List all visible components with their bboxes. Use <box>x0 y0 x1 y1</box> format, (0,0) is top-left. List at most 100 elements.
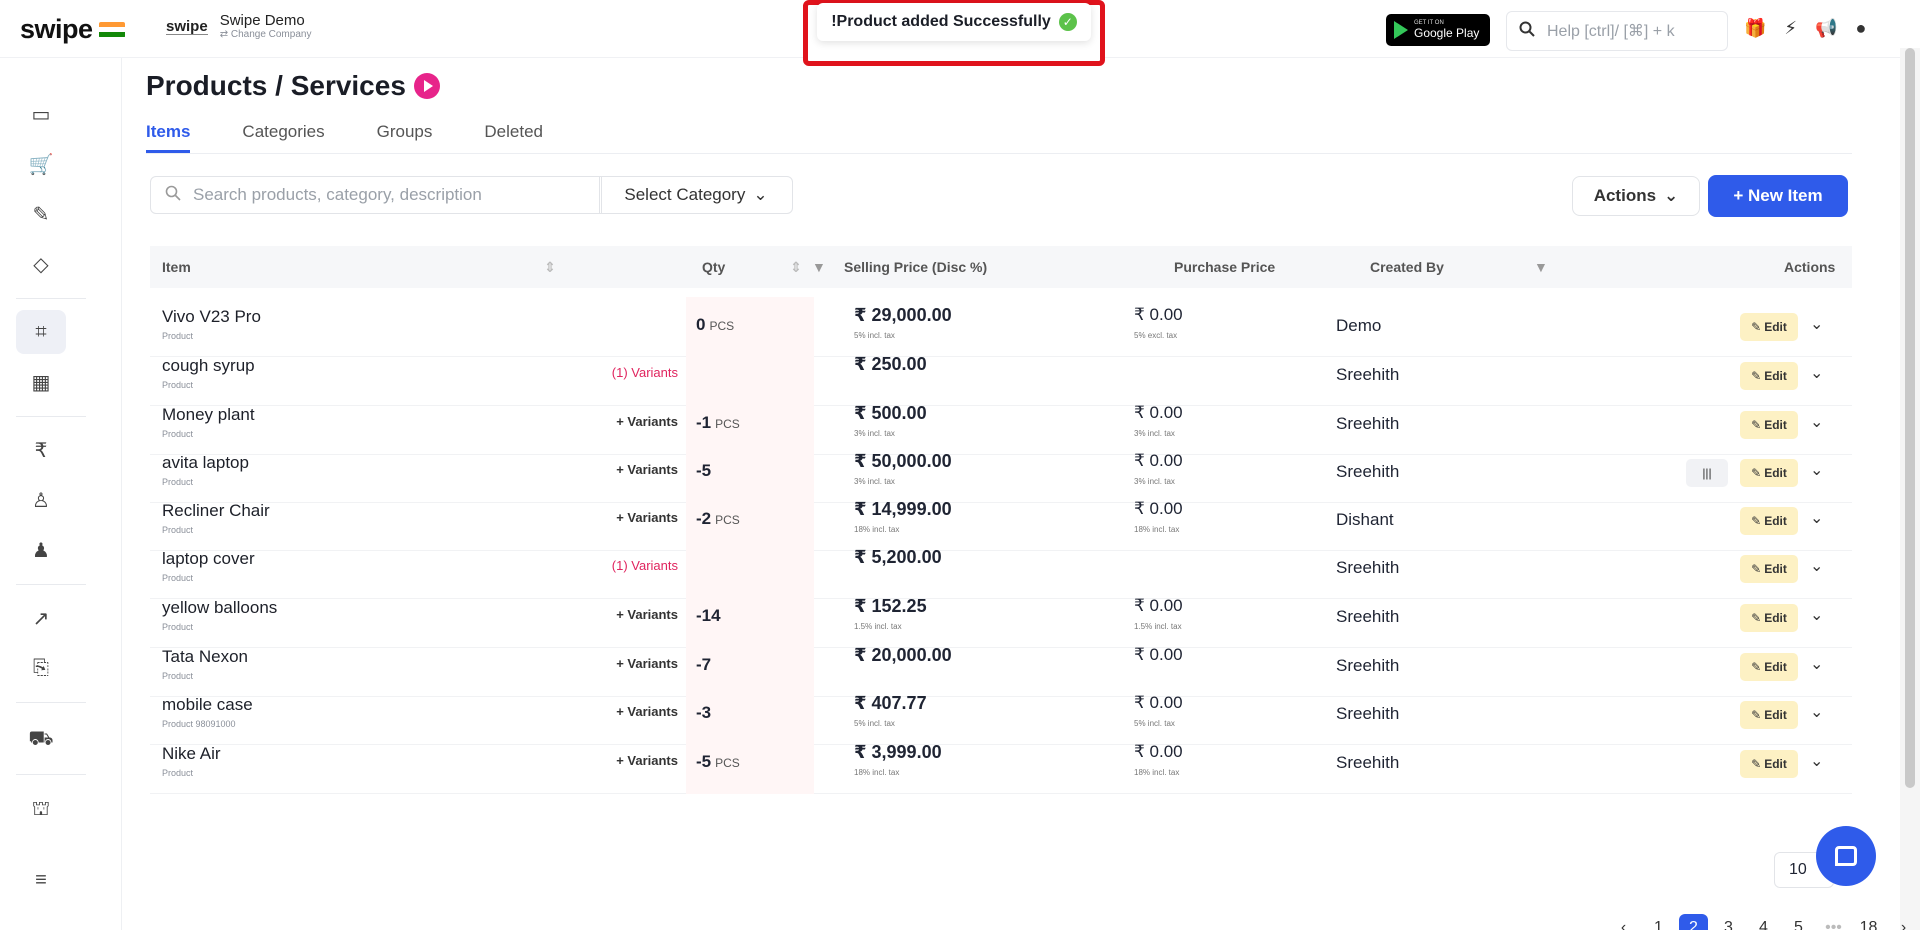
header-selling-price[interactable]: Selling Price (Disc %) <box>844 259 987 275</box>
variants-button[interactable]: (1) Variants <box>590 558 678 580</box>
tag-icon[interactable]: ◇ <box>16 242 66 286</box>
item-name[interactable]: yellow balloons <box>162 598 277 618</box>
chevron-down-icon[interactable]: ⌄ <box>1810 508 1823 528</box>
item-name[interactable]: Money plant <box>162 405 255 425</box>
item-name[interactable]: Tata Nexon <box>162 647 248 667</box>
item-type: Product <box>162 331 194 341</box>
chart-icon[interactable]: ↗ <box>16 596 66 640</box>
page-scrollbar[interactable] <box>1900 48 1920 930</box>
change-company-link[interactable]: ⇄ Change Company <box>220 29 312 41</box>
pencil-icon[interactable]: ✎ <box>16 192 66 236</box>
variants-button[interactable]: + Variants <box>590 704 678 726</box>
warehouse-icon[interactable]: ▦ <box>16 360 66 404</box>
megaphone-icon[interactable]: 📢 <box>1815 18 1837 39</box>
page-1[interactable]: 1 <box>1641 919 1676 930</box>
edit-button[interactable]: ✎ Edit <box>1740 604 1798 632</box>
tab-categories[interactable]: Categories <box>242 122 324 153</box>
barcode-icon[interactable]: ||| <box>1686 459 1728 487</box>
gift-icon[interactable]: 🎁 <box>1744 18 1766 39</box>
chevron-down-icon[interactable]: ⌄ <box>1810 556 1823 576</box>
edit-button[interactable]: ✎ Edit <box>1740 362 1798 390</box>
search-input[interactable]: Search products, category, description <box>193 185 482 205</box>
chevron-down-icon[interactable]: ⌄ <box>1810 751 1823 771</box>
edit-button[interactable]: ✎ Edit <box>1740 701 1798 729</box>
users-icon[interactable]: ♟ <box>16 528 66 572</box>
tab-deleted[interactable]: Deleted <box>484 122 543 153</box>
variants-button[interactable]: + Variants <box>590 753 678 775</box>
edit-button[interactable]: ✎ Edit <box>1740 555 1798 583</box>
page-4[interactable]: 4 <box>1746 919 1781 930</box>
rupee-icon[interactable]: ₹ <box>16 428 66 472</box>
edit-button[interactable]: ✎ Edit <box>1740 411 1798 439</box>
chevron-down-icon[interactable]: ⌄ <box>1810 460 1823 480</box>
select-category-dropdown[interactable]: Select Category ⌄ <box>599 176 793 214</box>
variants-button[interactable]: + Variants <box>590 414 678 436</box>
header-created-by[interactable]: Created By <box>1370 259 1444 275</box>
page-5[interactable]: 5 <box>1781 919 1816 930</box>
page-ellipsis[interactable]: ••• <box>1816 919 1851 930</box>
user-icon[interactable]: ♙ <box>16 478 66 522</box>
swipe-logo[interactable]: swipe <box>20 14 125 45</box>
toast-message: !Product added Successfully <box>831 13 1051 30</box>
user-icon[interactable]: ● <box>1855 18 1866 39</box>
item-name[interactable]: Nike Air <box>162 744 221 764</box>
edit-button[interactable]: ✎ Edit <box>1740 507 1798 535</box>
item-name[interactable]: Vivo V23 Pro <box>162 307 261 327</box>
page-18[interactable]: 18 <box>1851 919 1886 930</box>
variants-button[interactable]: + Variants <box>590 607 678 629</box>
edit-button[interactable]: ✎ Edit <box>1740 313 1798 341</box>
chevron-down-icon[interactable]: ⌄ <box>1810 412 1823 432</box>
edit-button[interactable]: ✎ Edit <box>1740 653 1798 681</box>
item-name[interactable]: mobile case <box>162 695 253 715</box>
report-icon[interactable]: ⎘ <box>16 646 66 690</box>
header-item[interactable]: Item <box>162 259 191 275</box>
chevron-down-icon[interactable]: ⌄ <box>1810 363 1823 383</box>
cart-icon[interactable]: 🛒 <box>16 142 66 186</box>
edit-label: Edit <box>1764 660 1787 674</box>
edit-button[interactable]: ✎ Edit <box>1740 750 1798 778</box>
chat-support-button[interactable] <box>1816 826 1876 886</box>
actions-dropdown-button[interactable]: Actions ⌄ <box>1572 176 1700 216</box>
store-icon[interactable]: ⛫ <box>16 788 66 832</box>
page-2[interactable]: 2 <box>1679 914 1708 930</box>
product-search[interactable]: Search products, category, description <box>150 176 602 214</box>
chevron-down-icon[interactable]: ⌄ <box>1810 654 1823 674</box>
chevron-down-icon[interactable]: ⌄ <box>1810 702 1823 722</box>
variants-button[interactable]: + Variants <box>590 510 678 532</box>
item-name[interactable]: avita laptop <box>162 453 249 473</box>
tab-items[interactable]: Items <box>146 122 191 153</box>
filter-icon[interactable]: ▼ <box>812 259 826 275</box>
company-switcher[interactable]: swipe Swipe Demo ⇄ Change Company <box>166 13 311 41</box>
cash-icon[interactable]: ▭ <box>16 92 66 136</box>
play-video-icon[interactable] <box>413 73 440 99</box>
new-item-button[interactable]: + New Item <box>1708 175 1848 217</box>
table-row[interactable]: Nike Air Product + Variants -5 PCS ₹ 3,999.00… <box>150 734 1852 794</box>
variants-button[interactable]: + Variants <box>590 656 678 678</box>
next-page-icon[interactable]: › <box>1886 919 1920 930</box>
chevron-down-icon[interactable]: ⌄ <box>1810 314 1823 334</box>
variants-button[interactable]: (1) Variants <box>590 365 678 387</box>
edit-label: Edit <box>1764 369 1787 383</box>
menu-icon[interactable]: ≡ <box>16 858 66 902</box>
sort-icon[interactable]: ⇕ <box>544 259 556 276</box>
prev-page-icon[interactable]: ‹ <box>1606 919 1641 930</box>
scrollbar-thumb[interactable] <box>1905 48 1915 788</box>
page-3[interactable]: 3 <box>1711 919 1746 930</box>
sort-icon[interactable]: ⇕ <box>790 259 802 276</box>
tab-groups[interactable]: Groups <box>377 122 433 153</box>
item-name[interactable]: laptop cover <box>162 549 255 569</box>
help-search[interactable]: Help [ctrl]/ [⌘] + k <box>1506 11 1728 51</box>
variants-button[interactable]: + Variants <box>590 462 678 484</box>
scan-icon[interactable]: ⌗ <box>16 310 66 354</box>
edit-button[interactable]: ✎ Edit <box>1740 459 1798 487</box>
item-name[interactable]: cough syrup <box>162 356 255 376</box>
header-qty[interactable]: Qty <box>702 259 725 275</box>
google-play-badge[interactable]: GET IT ON Google Play <box>1386 14 1490 46</box>
item-name[interactable]: Recliner Chair <box>162 501 270 521</box>
truck-icon[interactable]: ⛟ <box>16 718 66 762</box>
filter-icon[interactable]: ▼ <box>1534 259 1548 275</box>
header-purchase-price[interactable]: Purchase Price <box>1174 259 1275 275</box>
edit-label: Edit <box>1764 757 1787 771</box>
chevron-down-icon[interactable]: ⌄ <box>1810 605 1823 625</box>
bolt-icon[interactable]: ⚡ <box>1784 18 1797 39</box>
